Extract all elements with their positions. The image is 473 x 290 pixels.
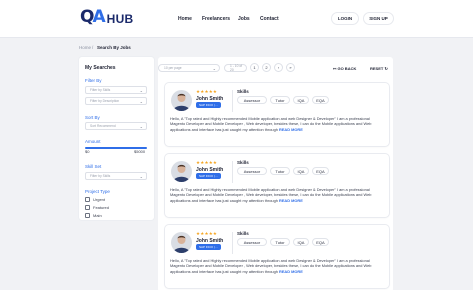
checkbox-label: Urgent [93,197,106,202]
page-range-text: 1 - 10 of 20 [230,64,243,72]
skill-chip: Assessor [237,238,267,246]
skill-chip: IQA [293,167,309,175]
job-description: Hello, A "Top rated and Highly recommend… [170,258,385,274]
sort-select[interactable]: Sort Recommend ⌄ [85,122,147,130]
refresh-icon: ↻ [383,66,388,71]
checkbox[interactable] [85,205,90,210]
skill-set-placeholder: Filter by Skills [90,174,111,178]
job-card[interactable]: ★★★★★ John Smith SAP FICO | ... Skills A… [165,83,389,146]
header: Q A HUB Home Freelancers Jobs Contact LO… [0,0,473,38]
nav-home[interactable]: Home [178,16,192,22]
avatar [171,232,192,253]
skill-chip: EQA [312,96,329,104]
filter-sidebar: My Searches Filter By Filter by Skills ⌄… [79,57,154,220]
amount-max: $5000 [134,149,146,154]
filter-skills-placeholder: Filter by Skills [90,88,111,92]
job-card[interactable]: ★★★★★ John Smith SAP FICO | ... Skills A… [165,225,389,288]
project-type-label: Project Type [85,189,110,194]
skill-chip: IQA [293,238,309,246]
skills-title: Skills [237,160,249,165]
nav-freelancers[interactable]: Freelancers [202,16,230,22]
divider [232,232,233,254]
filter-skills-select[interactable]: Filter by Skills ⌄ [85,86,147,94]
project-type-urgent[interactable]: Urgent [85,197,105,202]
role-badge: SAP FICO | ... [196,102,221,108]
go-back-label: GO BACK [337,66,357,71]
qahub-logo[interactable]: Q A HUB [80,7,134,27]
role-badge: SAP FICO | ... [196,173,221,179]
project-type-featured[interactable]: Featured [85,205,109,210]
chevron-down-icon: ⌄ [139,174,143,179]
amount-label: Amount [85,139,101,144]
job-card[interactable]: ★★★★★ John Smith SAP FICO | ... Skills A… [165,154,389,217]
skill-set-select[interactable]: Filter by Skills ⌄ [85,172,147,180]
divider [232,161,233,183]
job-description: Hello, A "Top rated and Highly recommend… [170,116,385,132]
checkbox[interactable] [85,197,90,202]
rating-stars: ★★★★★ [196,89,218,94]
skill-chip: Tutor [270,96,290,104]
per-page-select[interactable]: 10 per page ⌄ [158,64,220,72]
checkbox-label: Featured [93,205,110,210]
skills-title: Skills [237,231,249,236]
reset-button[interactable]: RESET ↻ [370,66,388,71]
read-more-link[interactable]: READ MORE [279,269,303,274]
breadcrumb-home[interactable]: Home [79,45,91,50]
role-badge: SAP FICO | ... [196,244,221,250]
rating-stars: ★★★★★ [196,160,218,165]
chevron-down-icon: ⌄ [139,88,143,93]
breadcrumb-separator: / [92,45,94,50]
skill-chip: IQA [293,96,309,104]
description-text: Hello, A "Top rated and Highly recommend… [170,116,372,132]
avatar [171,90,192,111]
read-more-link[interactable]: READ MORE [279,198,303,203]
skill-chip: EQA [312,238,329,246]
logo-a: A [92,7,106,27]
checkbox-label: Main [93,213,102,218]
skill-chip: Tutor [270,167,290,175]
skill-chip: Assessor [237,167,267,175]
page-range: 1 - 10 of 20 [224,64,247,72]
sort-placeholder: Sort Recommend [90,124,116,128]
avatar [171,161,192,182]
signup-button[interactable]: SIGN UP [363,12,394,25]
job-description: Hello, A "Top rated and Highly recommend… [170,187,385,203]
skill-set-label: Skill Set [85,164,102,169]
last-page-icon[interactable]: » [286,63,295,72]
filter-description-select[interactable]: Filter by Description ⌄ [85,97,147,105]
logo-hub: HUB [106,12,134,26]
page-1-button[interactable]: 1 [250,63,259,72]
project-type-main[interactable]: Main [85,213,102,218]
sort-by-label: Sort By [85,115,100,120]
chevron-down-icon: ⌄ [139,124,143,129]
divider [232,90,233,112]
checkbox[interactable] [85,213,90,218]
chevron-down-icon: ⌄ [212,65,216,71]
amount-min: $0 [85,149,90,154]
skill-chip: Tutor [270,238,290,246]
skill-chip: EQA [312,167,329,175]
chevron-down-icon: ⌄ [139,99,143,104]
read-more-link[interactable]: READ MORE [279,127,303,132]
skill-chip: Assessor [237,96,267,104]
description-text: Hello, A "Top rated and Highly recommend… [170,187,372,203]
go-back-button[interactable]: ↤ GO BACK [333,66,356,71]
filters-title: My Searches [85,65,116,71]
filter-description-placeholder: Filter by Description [90,99,120,103]
description-text: Hello, A "Top rated and Highly recommend… [170,258,372,274]
nav-contact[interactable]: Contact [260,16,279,22]
skills-title: Skills [237,89,249,94]
reset-label: RESET [370,66,384,71]
login-button[interactable]: LOGIN [331,12,359,25]
page-2-button[interactable]: 2 [262,63,271,72]
next-page-icon[interactable]: › [274,63,283,72]
rating-stars: ★★★★★ [196,231,218,236]
per-page-value: 10 per page [164,66,182,70]
breadcrumb-current: Search By Jobs [97,45,131,50]
filter-by-label: Filter By [85,78,102,83]
nav-jobs[interactable]: Jobs [238,16,250,22]
results-panel: 10 per page ⌄ 1 - 10 of 20 1 2 › » ↤ GO … [158,57,393,290]
